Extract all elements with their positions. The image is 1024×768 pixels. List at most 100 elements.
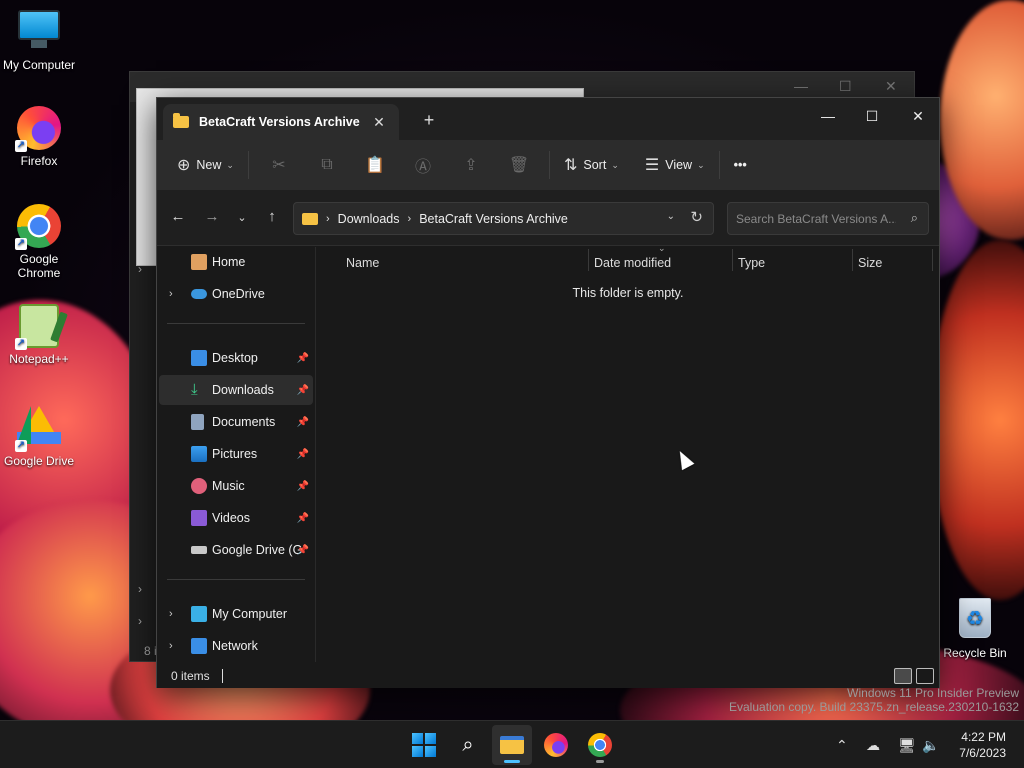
taskbar-chrome[interactable] xyxy=(580,725,620,765)
sidebar-item-label: Pictures xyxy=(212,447,258,461)
sidebar-item-documents[interactable]: Documents 📌 xyxy=(159,407,313,437)
pin-icon[interactable]: 📌 xyxy=(297,513,309,524)
share-icon[interactable]: ⇪ xyxy=(447,155,495,175)
chevron-right-icon[interactable]: › xyxy=(408,213,412,225)
pin-icon[interactable]: 📌 xyxy=(297,545,309,556)
more-options-button[interactable]: ••• xyxy=(726,149,755,181)
computer-icon xyxy=(191,606,207,622)
sidebar-item-network[interactable]: › Network xyxy=(159,631,313,661)
pin-icon[interactable]: 📌 xyxy=(297,385,309,396)
chevron-right-icon[interactable]: › xyxy=(169,608,173,620)
sidebar-divider xyxy=(167,323,305,324)
maximize-button[interactable]: ☐ xyxy=(849,102,895,130)
recent-locations-chevron-icon[interactable]: ⌄ xyxy=(231,211,253,224)
desktop-icon-google-drive[interactable]: ↗ Google Drive xyxy=(1,402,77,468)
pin-icon[interactable]: 📌 xyxy=(297,449,309,460)
chevron-right-icon[interactable]: › xyxy=(138,262,142,276)
refresh-icon[interactable]: ↻ xyxy=(690,208,703,226)
search-box[interactable]: ⌕ xyxy=(727,202,929,235)
sidebar-item-home[interactable]: Home xyxy=(159,247,313,277)
address-bar[interactable]: › Downloads › BetaCraft Versions Archive… xyxy=(293,202,714,235)
chevron-right-icon[interactable]: › xyxy=(169,640,173,652)
chevron-right-icon[interactable]: › xyxy=(138,614,142,628)
start-button[interactable] xyxy=(404,725,444,765)
taskbar-firefox[interactable] xyxy=(536,725,576,765)
forward-arrow-icon[interactable]: → xyxy=(201,208,223,225)
desktop-icon-my-computer[interactable]: My Computer xyxy=(1,10,77,72)
folder-icon xyxy=(302,212,318,225)
file-explorer-window[interactable]: BetaCraft Versions Archive ✕ + — ☐ ✕ ⊕ N… xyxy=(156,97,940,757)
status-bar: 0 items xyxy=(157,664,939,688)
chevron-right-icon[interactable]: › xyxy=(326,213,330,225)
cloud-offline-icon[interactable]: ☁ xyxy=(866,721,880,768)
breadcrumb-downloads[interactable]: Downloads xyxy=(338,212,400,226)
desktop-icon-label: Recycle Bin xyxy=(943,646,1007,660)
column-header-date-modified[interactable]: Date modified xyxy=(586,251,671,275)
sidebar-item-onedrive[interactable]: › OneDrive xyxy=(159,279,313,309)
sidebar-item-google-drive[interactable]: Google Drive (G: 📌 xyxy=(159,535,313,565)
address-dropdown-icon[interactable]: ⌄ xyxy=(667,211,675,222)
new-button[interactable]: ⊕ New ⌄ xyxy=(169,149,242,181)
desktop-icon-label: My Computer xyxy=(2,58,76,72)
close-icon[interactable]: ✕ xyxy=(885,78,897,95)
network-status-icon[interactable]: 🖥 xyxy=(898,721,916,768)
view-button[interactable]: ☰ View ⌄ xyxy=(637,149,713,181)
pin-icon[interactable]: 📌 xyxy=(297,417,309,428)
sidebar-item-videos[interactable]: Videos 📌 xyxy=(159,503,313,533)
pin-icon[interactable]: 📌 xyxy=(297,353,309,364)
sidebar-item-label: Desktop xyxy=(212,351,258,365)
up-arrow-icon[interactable]: ↑ xyxy=(261,208,283,225)
sidebar-item-label: My Computer xyxy=(212,607,288,621)
column-header-type[interactable]: Type xyxy=(730,251,765,275)
pin-icon[interactable]: 📌 xyxy=(297,481,309,492)
show-hidden-icons-chevron-icon[interactable]: ⌃ xyxy=(836,721,848,768)
paste-icon[interactable]: 📋 xyxy=(351,155,399,175)
sidebar-item-downloads[interactable]: ⤓ Downloads 📌 xyxy=(159,375,313,405)
close-button[interactable]: ✕ xyxy=(895,102,941,130)
view-icon: ☰ xyxy=(644,157,660,174)
titlebar[interactable]: BetaCraft Versions Archive ✕ + — ☐ ✕ xyxy=(157,98,939,140)
delete-icon[interactable]: 🗑 xyxy=(495,155,543,175)
desktop-icon-google-chrome[interactable]: ↗ Google Chrome xyxy=(1,204,77,280)
search-input[interactable] xyxy=(736,209,896,229)
cut-icon[interactable]: ✂ xyxy=(255,155,303,175)
volume-icon[interactable]: 🔈 xyxy=(922,721,939,768)
chevron-right-icon[interactable]: › xyxy=(138,582,142,596)
sidebar-item-my-computer[interactable]: › My Computer xyxy=(159,599,313,629)
column-header-size[interactable]: Size xyxy=(850,251,882,275)
maximize-icon[interactable]: ☐ xyxy=(839,78,852,95)
desktop-icon-notepad-plus-plus[interactable]: ↗ Notepad++ xyxy=(1,304,77,366)
breadcrumb-betacraft-versions-archive[interactable]: BetaCraft Versions Archive xyxy=(419,212,568,226)
taskbar-file-explorer[interactable] xyxy=(492,725,532,765)
details-view-icon[interactable] xyxy=(894,668,912,684)
sidebar-item-music[interactable]: Music 📌 xyxy=(159,471,313,501)
copy-icon[interactable]: ⧉ xyxy=(303,156,351,174)
search-button[interactable]: ⌕ xyxy=(448,725,488,765)
clock-date: 7/6/2023 xyxy=(959,746,1006,760)
sort-button[interactable]: ⇅ Sort ⌄ xyxy=(556,149,627,181)
large-icons-view-icon[interactable] xyxy=(916,668,934,684)
sidebar-item-pictures[interactable]: Pictures 📌 xyxy=(159,439,313,469)
minimize-button[interactable]: — xyxy=(805,102,851,130)
back-arrow-icon[interactable]: ← xyxy=(167,208,189,225)
file-list[interactable]: Name ⌄ Date modified Type Size This fold… xyxy=(315,243,939,757)
google-drive-icon: ↗ xyxy=(15,406,61,452)
chevron-right-icon[interactable]: › xyxy=(169,288,173,300)
column-header-name[interactable]: Name xyxy=(338,251,379,275)
close-tab-icon[interactable]: ✕ xyxy=(369,114,389,131)
tab-betacraft-versions-archive[interactable]: BetaCraft Versions Archive ✕ xyxy=(163,104,399,140)
sidebar-item-label: Videos xyxy=(212,511,250,525)
sidebar-item-desktop[interactable]: Desktop 📌 xyxy=(159,343,313,373)
background-status-count: 8 i xyxy=(144,644,157,658)
drive-icon xyxy=(191,546,207,554)
search-icon[interactable]: ⌕ xyxy=(911,210,918,226)
sort-label: Sort xyxy=(583,158,607,172)
minimize-icon[interactable]: — xyxy=(794,78,808,94)
desktop-icon-recycle-bin[interactable]: Recycle Bin xyxy=(937,598,1013,660)
column-divider[interactable] xyxy=(932,249,933,271)
new-tab-button[interactable]: + xyxy=(419,110,439,130)
desktop-icon-firefox[interactable]: ↗ Firefox xyxy=(1,106,77,168)
rename-icon[interactable]: Ⓐ xyxy=(399,153,447,177)
system-clock[interactable]: 4:22 PM 7/6/2023 xyxy=(959,729,1006,761)
toolbar-divider xyxy=(718,151,720,179)
